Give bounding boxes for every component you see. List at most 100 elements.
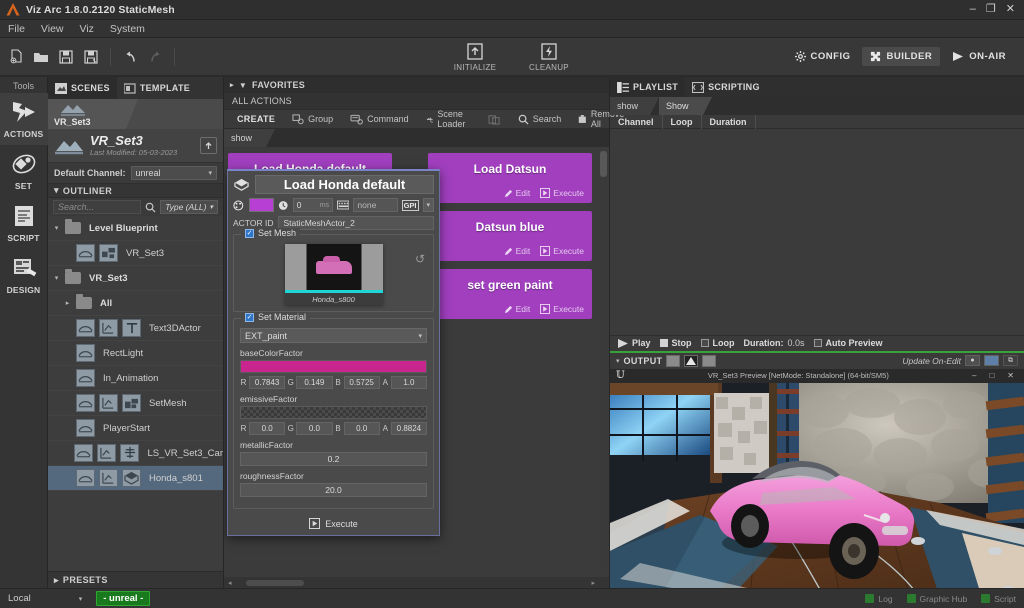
eye-icon[interactable] [76, 244, 95, 262]
maximize-button[interactable]: ❐ [986, 4, 996, 15]
blueprint-icon[interactable] [99, 244, 118, 262]
config-button[interactable]: CONFIG [787, 47, 859, 66]
emissive-a-input[interactable]: 0.8824 [390, 422, 427, 435]
base-color-swatch[interactable] [240, 360, 427, 373]
outliner-row[interactable]: LS_VR_Set3_Car [48, 441, 223, 466]
graphic-hub-indicator[interactable]: Graphic Hub [906, 594, 967, 604]
upload-icon[interactable] [200, 137, 217, 154]
presets-header[interactable]: ▸ PRESETS [48, 571, 223, 588]
action-card[interactable]: Datsun blue Edit Execute [428, 211, 592, 261]
box-icon[interactable] [122, 469, 141, 487]
outliner-row[interactable]: ▾ Level Blueprint [48, 216, 223, 241]
outliner-row[interactable]: Honda_s801 [48, 466, 223, 491]
save-as-icon[interactable] [80, 46, 102, 68]
menu-viz[interactable]: Viz [80, 23, 94, 35]
roughness-input[interactable]: 20.0 [240, 483, 427, 497]
tab-show[interactable]: show [224, 129, 275, 147]
keyboard-shortcut-input[interactable]: none [353, 198, 398, 212]
preview-close-button[interactable]: ✕ [1007, 371, 1014, 380]
scene-loader-button[interactable]: Scene Loader [419, 109, 478, 129]
play-button[interactable]: Play [618, 338, 651, 348]
outliner-row[interactable]: ▸ All [48, 291, 223, 316]
triangle-icon[interactable] [684, 354, 699, 367]
action-card-edit-button[interactable]: Edit [504, 304, 530, 314]
refresh-icon[interactable]: ↺ [415, 252, 425, 266]
emissive-r-input[interactable]: 0.0 [249, 422, 286, 435]
unreal-viewport[interactable] [610, 382, 1024, 588]
actions-horizontal-scrollbar[interactable]: ◂ ▸ [224, 577, 609, 588]
open-folder-icon[interactable] [30, 46, 52, 68]
builder-button[interactable]: BUILDER [862, 47, 941, 66]
outliner-type-filter[interactable]: Type (ALL) ▾ [160, 200, 218, 214]
actor-id-input[interactable]: StaticMeshActor_2 [278, 216, 434, 230]
sidebar-item-design[interactable]: DESIGN [0, 249, 48, 301]
actions-vertical-scrollbar[interactable] [600, 151, 607, 570]
menu-view[interactable]: View [41, 23, 64, 35]
playlist-tab-show-lower[interactable]: show [610, 97, 659, 115]
local-select-caret-icon[interactable]: ▾ [79, 595, 83, 603]
light-icon[interactable] [120, 444, 140, 462]
delay-input[interactable]: 0 ms [292, 198, 334, 212]
scene-chip[interactable]: VR_Set3 [48, 99, 138, 129]
mesh-thumbnail-card[interactable]: Honda_s800 [284, 244, 383, 305]
on-air-button[interactable]: ON-AIR [944, 47, 1014, 66]
base-color-a-input[interactable]: 1.0 [390, 376, 427, 389]
base-color-r-input[interactable]: 0.7843 [249, 376, 286, 389]
stop-button[interactable]: Stop [659, 338, 692, 348]
close-button[interactable]: ✕ [1006, 4, 1015, 15]
menu-system[interactable]: System [110, 23, 145, 35]
tab-template[interactable]: TEMPLATE [117, 77, 197, 99]
eye-icon[interactable] [76, 319, 95, 337]
log-indicator[interactable]: Log [865, 594, 893, 604]
chevron-down-icon[interactable]: ▾ [52, 224, 61, 232]
outliner-row[interactable]: Text3DActor [48, 316, 223, 341]
action-card-execute-button[interactable]: Execute [540, 304, 584, 314]
text-icon[interactable] [122, 319, 141, 337]
outliner-row[interactable]: SetMesh [48, 391, 223, 416]
outliner-search-input[interactable]: Search... [53, 200, 142, 214]
column-loop[interactable]: Loop [663, 114, 702, 129]
save-icon[interactable] [55, 46, 77, 68]
chevron-down-icon[interactable]: ▾ [52, 274, 61, 282]
tab-scenes[interactable]: SCENES [48, 77, 117, 99]
outliner-row[interactable]: PlayerStart [48, 416, 223, 441]
preview-minimize-button[interactable]: – [972, 371, 976, 380]
outliner-header[interactable]: ▾ OUTLINER [48, 183, 223, 198]
eye-icon[interactable] [76, 344, 95, 362]
transform-icon[interactable] [97, 444, 117, 462]
transform-icon[interactable] [99, 469, 118, 487]
sidebar-item-actions[interactable]: ACTIONS [0, 93, 48, 145]
undo-icon[interactable] [119, 46, 141, 68]
menu-file[interactable]: File [8, 23, 25, 35]
action-color-swatch[interactable] [249, 198, 275, 212]
editor-execute-button[interactable]: Execute [233, 515, 434, 529]
create-button[interactable]: CREATE [230, 110, 282, 128]
search-actions-button[interactable]: Search [511, 110, 569, 128]
outliner-list[interactable]: ▾ Level Blueprint VR_Set3 ▾ VR_Set3 ▸ All Text3… [48, 216, 223, 571]
mesh-icon[interactable] [122, 394, 141, 412]
action-card-edit-button[interactable]: Edit [504, 188, 530, 198]
emissive-b-input[interactable]: 0.0 [343, 422, 380, 435]
metallic-input[interactable]: 0.2 [240, 452, 427, 466]
auto-preview-toggle[interactable]: Auto Preview [813, 338, 883, 348]
outliner-row[interactable]: VR_Set3 [48, 241, 223, 266]
group-button[interactable]: Group [285, 110, 340, 128]
chevron-right-icon[interactable]: ▸ [63, 299, 72, 307]
tab-scripting[interactable]: SCRIPTING [685, 77, 767, 97]
eye-icon[interactable] [76, 419, 95, 437]
action-card[interactable]: Load Datsun Edit Execute [428, 153, 592, 203]
base-color-b-input[interactable]: 0.5725 [343, 376, 380, 389]
action-card-execute-button[interactable]: Execute [540, 188, 584, 198]
transform-icon[interactable] [99, 319, 118, 337]
transform-icon[interactable] [99, 394, 118, 412]
scroll-right-icon[interactable]: ▸ [591, 579, 595, 587]
base-color-g-input[interactable]: 0.149 [296, 376, 333, 389]
playlist-body[interactable] [610, 129, 1024, 335]
output-toggle-circle[interactable]: ● [965, 355, 980, 366]
emissive-g-input[interactable]: 0.0 [296, 422, 333, 435]
set-material-checkbox[interactable] [245, 312, 254, 322]
column-duration[interactable]: Duration [702, 114, 756, 129]
cleanup-button[interactable]: CLEANUP [523, 42, 575, 72]
script-indicator[interactable]: Script [981, 594, 1016, 604]
material-select[interactable]: EXT_paint ▾ [240, 328, 427, 343]
